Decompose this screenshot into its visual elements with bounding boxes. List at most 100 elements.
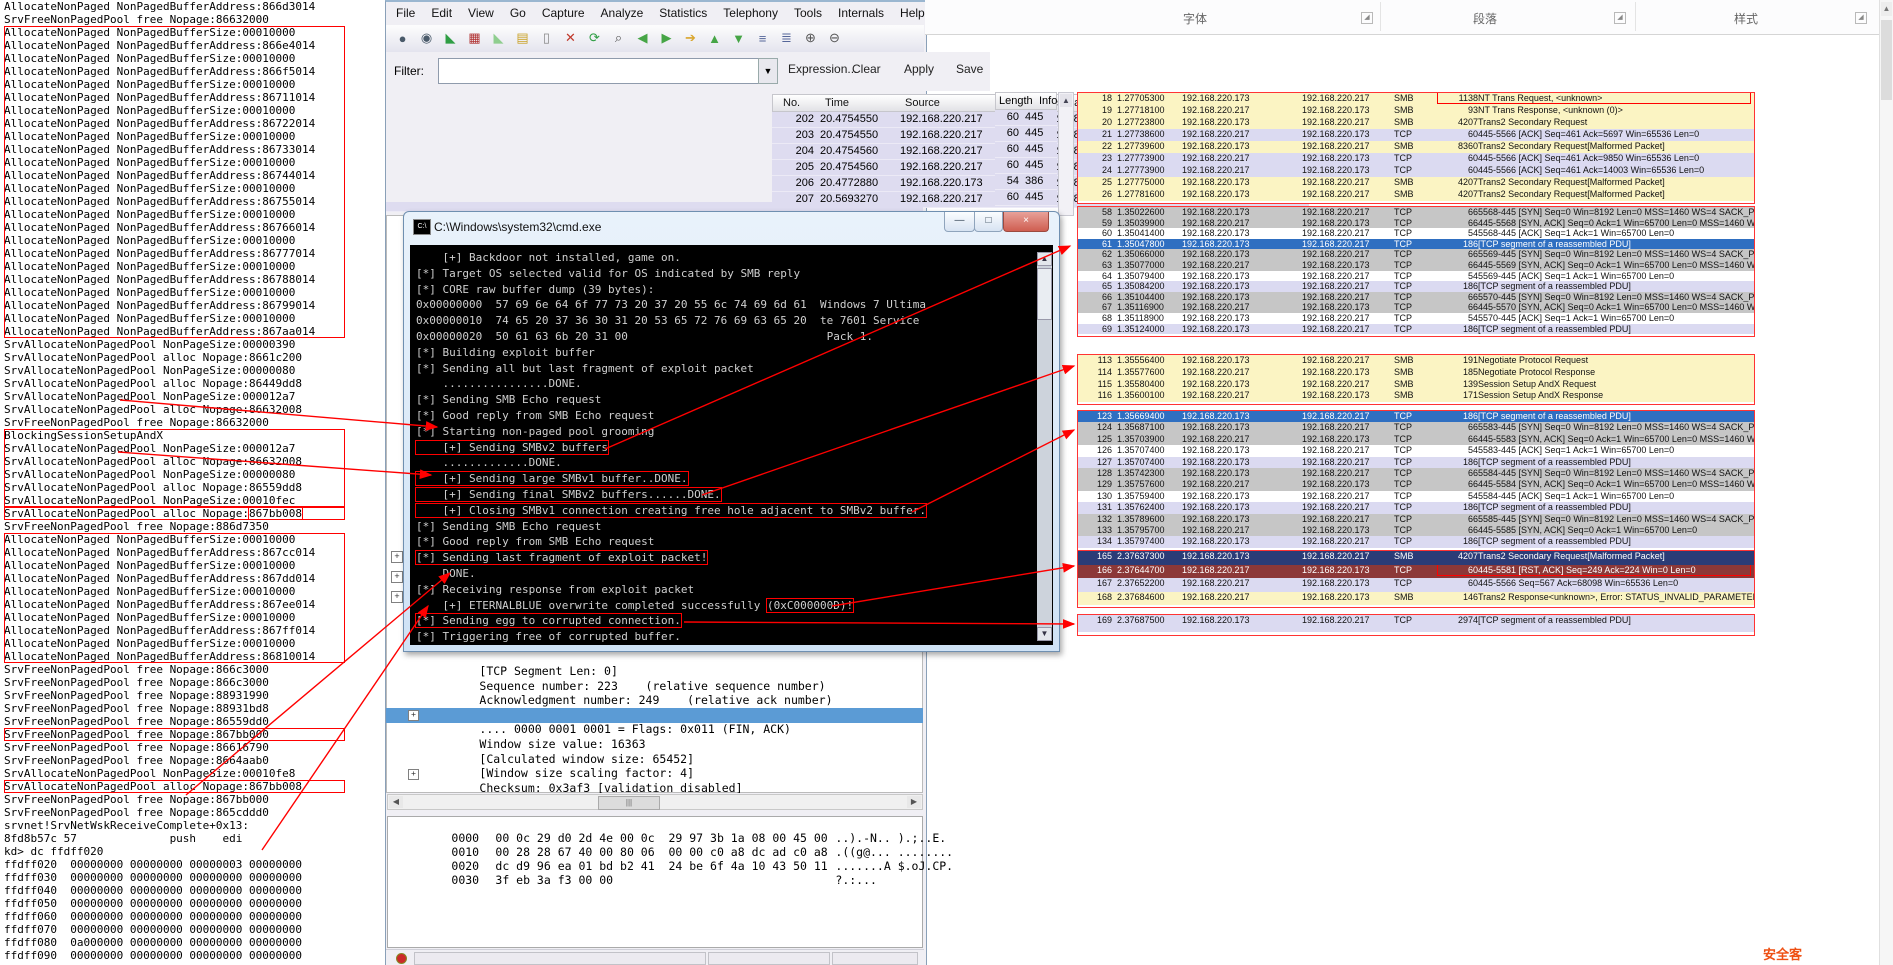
expression-button[interactable]: Expression... (788, 62, 857, 76)
expert-info-icon[interactable] (396, 953, 407, 964)
wireshark-toolbar: ●◉◣▦◣▤▯✕⟳⌕◀▶➔▲▼≡≣⊕⊖ (386, 25, 924, 53)
expander-icon[interactable]: + (408, 769, 419, 780)
windbg-group: SrvAllocateNonPagedPool NonPageSize:0000… (4, 338, 345, 429)
doc-packet-row: 1271.35707400192.168.220.173192.168.220.… (1078, 457, 1754, 468)
detail-line[interactable]: Sequence number: 223 (relative sequence … (386, 665, 923, 680)
expander-icon[interactable]: + (391, 551, 403, 563)
doc-packet-row: 661.35104400192.168.220.173192.168.220.2… (1078, 292, 1754, 303)
toolbar-icon[interactable]: ▶ (656, 28, 677, 48)
toolbar-icon[interactable]: ⌕ (608, 28, 629, 48)
expander-icon[interactable]: + (391, 571, 403, 583)
dialog-launcher-icon[interactable]: ◢ (1614, 12, 1626, 24)
expander-icon[interactable]: + (391, 591, 403, 603)
apply-button[interactable]: Apply (904, 62, 934, 76)
toolbar-icon[interactable]: ▤ (512, 28, 533, 48)
toolbar-icon[interactable]: ➔ (680, 28, 701, 48)
packet-row-tail[interactable]: 60445 (995, 158, 1057, 174)
windbg-line: AllocateNonPaged NonPagedBufferAddress:8… (4, 650, 345, 663)
menu-item[interactable]: Tools (786, 4, 830, 24)
doc-packet-row: 601.35041400192.168.220.173192.168.220.2… (1078, 228, 1754, 239)
clear-button[interactable]: Clear (852, 62, 881, 76)
menu-item[interactable]: Capture (534, 4, 593, 24)
detail-line[interactable]: +Checksum: 0x3af3 [validation disabled] (386, 767, 923, 782)
packet-row-tail[interactable]: 60445 (995, 190, 1057, 206)
detail-hscrollbar[interactable]: ◀ ▶ ||| (387, 794, 923, 810)
scroll-up-icon[interactable]: ▲ (1881, 2, 1892, 16)
windbg-line: AllocateNonPaged NonPagedBufferSize:0001… (4, 234, 345, 247)
detail-line[interactable]: Acknowledgment number: 249 (relative ack… (386, 679, 923, 694)
packet-row-tail[interactable]: 54386 (995, 174, 1057, 190)
detail-line[interactable]: Window size value: 16363 (386, 723, 923, 738)
menu-item[interactable]: Edit (423, 4, 460, 24)
toolbar-icon[interactable]: ▼ (728, 28, 749, 48)
menu-item[interactable]: Telephony (715, 4, 786, 24)
minimize-button[interactable]: — (944, 212, 975, 232)
toolbar-icon[interactable]: ✕ (560, 28, 581, 48)
toolbar-icon[interactable]: ≣ (776, 28, 797, 48)
detail-line[interactable]: +.... 0000 0001 0001 = Flags: 0x011 (FIN… (386, 708, 923, 723)
toolbar-icon[interactable]: ▦ (464, 28, 485, 48)
detail-line[interactable]: [Window size scaling factor: 4] (386, 752, 923, 767)
console-line: [*] Triggering free of corrupted buffer. (416, 630, 1053, 645)
scroll-thumb[interactable] (1037, 268, 1052, 320)
detail-line[interactable]: [Calculated window size: 65452] (386, 738, 923, 753)
toolbar-icon[interactable]: ◀ (632, 28, 653, 48)
filter-dropdown-icon[interactable]: ▼ (758, 58, 778, 84)
menu-item[interactable]: View (460, 4, 502, 24)
windbg-line: AllocateNonPaged NonPagedBufferAddress:8… (4, 143, 345, 156)
toolbar-icon[interactable]: ≡ (752, 28, 773, 48)
console-scrollbar[interactable]: ▲ ▼ (1037, 252, 1052, 641)
doc-packet-row: 691.35124000192.168.220.173192.168.220.2… (1078, 324, 1754, 335)
dialog-launcher-icon[interactable]: ◢ (1855, 12, 1867, 24)
toolbar-icon[interactable]: ⟳ (584, 28, 605, 48)
col-info[interactable]: Info (1039, 95, 1057, 107)
cmd-window-title: C:\Windows\system32\cmd.exe (434, 220, 601, 234)
menu-item[interactable]: Internals (830, 4, 892, 24)
toolbar-icon[interactable]: ◉ (416, 28, 437, 48)
toolbar-icon[interactable]: ▯ (536, 28, 557, 48)
hex-line[interactable]: 000000 0c 29 d0 2d 4e 00 0c 29 97 3b 1a … (388, 817, 922, 831)
windbg-line: SrvAllocateNonPagedPool NonPageSize:0001… (4, 494, 345, 507)
scroll-up-icon[interactable]: ▲ (1037, 252, 1052, 266)
save-button[interactable]: Save (956, 62, 983, 76)
windbg-line: SrvAllocateNonPagedPool NonPageSize:0000… (4, 468, 345, 481)
detail-line[interactable]: [TCP Segment Len: 0] (386, 650, 923, 665)
windbg-group: SrvFreeNonPagedPool free Nopage:866c3000… (4, 663, 345, 728)
scroll-right-icon[interactable]: ▶ (907, 796, 921, 808)
packet-detail-lines: [TCP Segment Len: 0] Sequence number: 22… (386, 650, 923, 793)
scroll-up-icon[interactable]: ▲ (1060, 94, 1072, 107)
col-source[interactable]: Source (905, 97, 940, 109)
menu-item[interactable]: Go (502, 4, 534, 24)
close-button[interactable]: × (1003, 212, 1049, 232)
windbg-line: AllocateNonPaged NonPagedBufferSize:0001… (4, 78, 345, 91)
packet-list-scrollbar[interactable]: ▲ (1058, 92, 1074, 216)
console-line: [*] Sending SMB Echo request (416, 393, 1053, 409)
col-time[interactable]: Time (825, 97, 849, 109)
toolbar-icon[interactable]: ◣ (488, 28, 509, 48)
col-no[interactable]: No. (783, 97, 800, 109)
menu-item[interactable]: Statistics (651, 4, 715, 24)
windbg-line: AllocateNonPaged NonPagedBufferSize:0001… (4, 52, 345, 65)
detail-line[interactable]: Header Length: 20 bytes (386, 694, 923, 709)
dialog-launcher-icon[interactable]: ◢ (1361, 12, 1373, 24)
toolbar-icon[interactable]: ◣ (440, 28, 461, 48)
col-length[interactable]: Length (999, 95, 1033, 107)
word-scrollbar[interactable]: ▲ (1879, 0, 1893, 965)
toolbar-icon[interactable]: ⊖ (824, 28, 845, 48)
packet-row-tail[interactable]: 60445 (995, 142, 1057, 158)
scroll-down-icon[interactable]: ▼ (1037, 627, 1052, 641)
menu-item[interactable]: File (388, 4, 423, 24)
menu-item[interactable]: Analyze (593, 4, 652, 24)
expander-icon[interactable]: + (408, 710, 419, 721)
scroll-thumb[interactable] (1881, 20, 1892, 100)
scroll-left-icon[interactable]: ◀ (389, 796, 403, 808)
filter-input[interactable] (438, 58, 764, 84)
scroll-thumb[interactable]: ||| (598, 796, 660, 810)
toolbar-icon[interactable]: ● (392, 28, 413, 48)
toolbar-icon[interactable]: ▲ (704, 28, 725, 48)
maximize-button[interactable]: □ (974, 212, 1003, 232)
cmd-console[interactable]: [+] Backdoor not installed, game on.[*] … (410, 245, 1053, 645)
toolbar-icon[interactable]: ⊕ (800, 28, 821, 48)
packet-row-tail[interactable]: 60445 (995, 110, 1057, 126)
packet-row-tail[interactable]: 60445 (995, 126, 1057, 142)
